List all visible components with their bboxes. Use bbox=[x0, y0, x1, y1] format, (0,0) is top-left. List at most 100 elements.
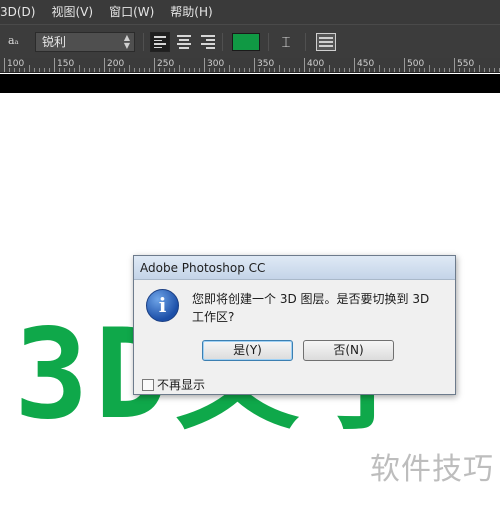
ruler-minor-tick bbox=[139, 68, 140, 72]
dont-show-checkbox[interactable] bbox=[142, 378, 154, 391]
ruler-major-tick bbox=[404, 58, 405, 72]
ruler-minor-tick bbox=[239, 68, 240, 72]
ruler-minor-tick bbox=[394, 68, 395, 72]
ruler-minor-tick bbox=[279, 65, 280, 72]
separator bbox=[268, 33, 269, 51]
ruler-minor-tick bbox=[299, 68, 300, 72]
separator bbox=[143, 33, 144, 51]
ruler-minor-tick bbox=[164, 68, 165, 72]
ruler-major-tick bbox=[54, 58, 55, 72]
ruler-minor-tick bbox=[344, 68, 345, 72]
ruler-minor-tick bbox=[89, 68, 90, 72]
ruler-minor-tick bbox=[434, 68, 435, 72]
ruler-minor-tick bbox=[194, 68, 195, 72]
ruler-minor-tick bbox=[489, 68, 490, 72]
warp-text-icon[interactable]: ⌶ bbox=[276, 31, 296, 53]
ruler-minor-tick bbox=[19, 68, 20, 72]
ruler-minor-tick bbox=[229, 65, 230, 72]
text-antialias-icon: aₐ bbox=[8, 34, 19, 47]
ruler-minor-tick bbox=[334, 68, 335, 72]
ruler-major-tick bbox=[254, 58, 255, 72]
info-icon: i bbox=[146, 289, 179, 322]
ruler-minor-tick bbox=[214, 68, 215, 72]
antialias-select[interactable]: 锐利 ▲ ▼ bbox=[35, 32, 135, 52]
ruler-minor-tick bbox=[359, 68, 360, 72]
ruler-minor-tick bbox=[389, 68, 390, 72]
ruler-minor-tick bbox=[474, 68, 475, 72]
ruler-minor-tick bbox=[274, 68, 275, 72]
ruler-minor-tick bbox=[84, 68, 85, 72]
ruler-minor-tick bbox=[289, 68, 290, 72]
ruler-major-tick bbox=[4, 58, 5, 72]
ruler-minor-tick bbox=[384, 68, 385, 72]
ruler-minor-tick bbox=[329, 65, 330, 72]
no-button[interactable]: 否(N) bbox=[303, 340, 394, 361]
ruler-minor-tick bbox=[189, 68, 190, 72]
ruler-minor-tick bbox=[74, 68, 75, 72]
ruler-minor-tick bbox=[219, 68, 220, 72]
ruler-minor-tick bbox=[179, 65, 180, 72]
menu-window[interactable]: 窗口(W) bbox=[101, 0, 162, 24]
ruler-minor-tick bbox=[44, 68, 45, 72]
ruler-minor-tick bbox=[469, 68, 470, 72]
ruler-minor-tick bbox=[79, 65, 80, 72]
text-color-swatch[interactable] bbox=[232, 33, 260, 51]
ruler-minor-tick bbox=[59, 68, 60, 72]
ruler-minor-tick bbox=[429, 65, 430, 72]
ruler-minor-tick bbox=[439, 68, 440, 72]
ruler-minor-tick bbox=[9, 68, 10, 72]
ruler-minor-tick bbox=[184, 68, 185, 72]
ruler-minor-tick bbox=[129, 65, 130, 72]
ruler-minor-tick bbox=[414, 68, 415, 72]
document-tab-strip bbox=[0, 74, 500, 93]
align-center-icon[interactable] bbox=[174, 32, 194, 52]
antialias-value: 锐利 bbox=[42, 35, 67, 49]
ruler-minor-tick bbox=[484, 68, 485, 72]
ruler-minor-tick bbox=[114, 68, 115, 72]
ruler-major-tick bbox=[154, 58, 155, 72]
character-panel-icon[interactable] bbox=[316, 33, 336, 51]
ruler-minor-tick bbox=[39, 68, 40, 72]
ruler-minor-tick bbox=[349, 68, 350, 72]
separator bbox=[222, 33, 223, 51]
menu-3d[interactable]: 3D(D) bbox=[0, 0, 43, 24]
ruler-minor-tick bbox=[134, 68, 135, 72]
dialog-title: Adobe Photoshop CC bbox=[134, 256, 455, 280]
ruler-minor-tick bbox=[224, 68, 225, 72]
ruler-minor-tick bbox=[14, 68, 15, 72]
ruler-minor-tick bbox=[319, 68, 320, 72]
ruler-major-tick bbox=[104, 58, 105, 72]
ruler-major-tick bbox=[454, 58, 455, 72]
yes-button[interactable]: 是(Y) bbox=[202, 340, 293, 361]
ruler-minor-tick bbox=[284, 68, 285, 72]
ruler-minor-tick bbox=[99, 68, 100, 72]
ruler-minor-tick bbox=[174, 68, 175, 72]
ruler-minor-tick bbox=[259, 68, 260, 72]
separator bbox=[305, 33, 306, 51]
ruler-minor-tick bbox=[309, 68, 310, 72]
switch-workspace-dialog: Adobe Photoshop CC i 您即将创建一个 3D 图层。是否要切换… bbox=[133, 255, 456, 395]
ruler-minor-tick bbox=[324, 68, 325, 72]
ruler-minor-tick bbox=[94, 68, 95, 72]
ruler-minor-tick bbox=[169, 68, 170, 72]
ruler-minor-tick bbox=[369, 68, 370, 72]
ruler-minor-tick bbox=[379, 65, 380, 72]
ruler-minor-tick bbox=[339, 68, 340, 72]
dialog-message: 您即将创建一个 3D 图层。是否要切换到 3D 工作区? bbox=[192, 292, 430, 324]
ruler-minor-tick bbox=[424, 68, 425, 72]
align-left-icon[interactable] bbox=[150, 32, 170, 52]
ruler-minor-tick bbox=[29, 65, 30, 72]
select-arrows-icon: ▲ ▼ bbox=[123, 33, 130, 50]
ruler-minor-tick bbox=[419, 68, 420, 72]
ruler-minor-tick bbox=[314, 68, 315, 72]
align-right-icon[interactable] bbox=[198, 32, 218, 52]
menu-view[interactable]: 视图(V) bbox=[43, 0, 101, 24]
menu-bar: 3D(D) 视图(V) 窗口(W) 帮助(H) bbox=[0, 0, 500, 24]
ruler-minor-tick bbox=[249, 68, 250, 72]
dont-show-again-option[interactable]: 不再显示 bbox=[142, 376, 205, 393]
ruler-minor-tick bbox=[49, 68, 50, 72]
menu-help[interactable]: 帮助(H) bbox=[162, 0, 220, 24]
options-bar: aₐ 锐利 ▲ ▼ ⌶ bbox=[0, 24, 500, 58]
ruler-minor-tick bbox=[209, 68, 210, 72]
ruler-minor-tick bbox=[464, 68, 465, 72]
